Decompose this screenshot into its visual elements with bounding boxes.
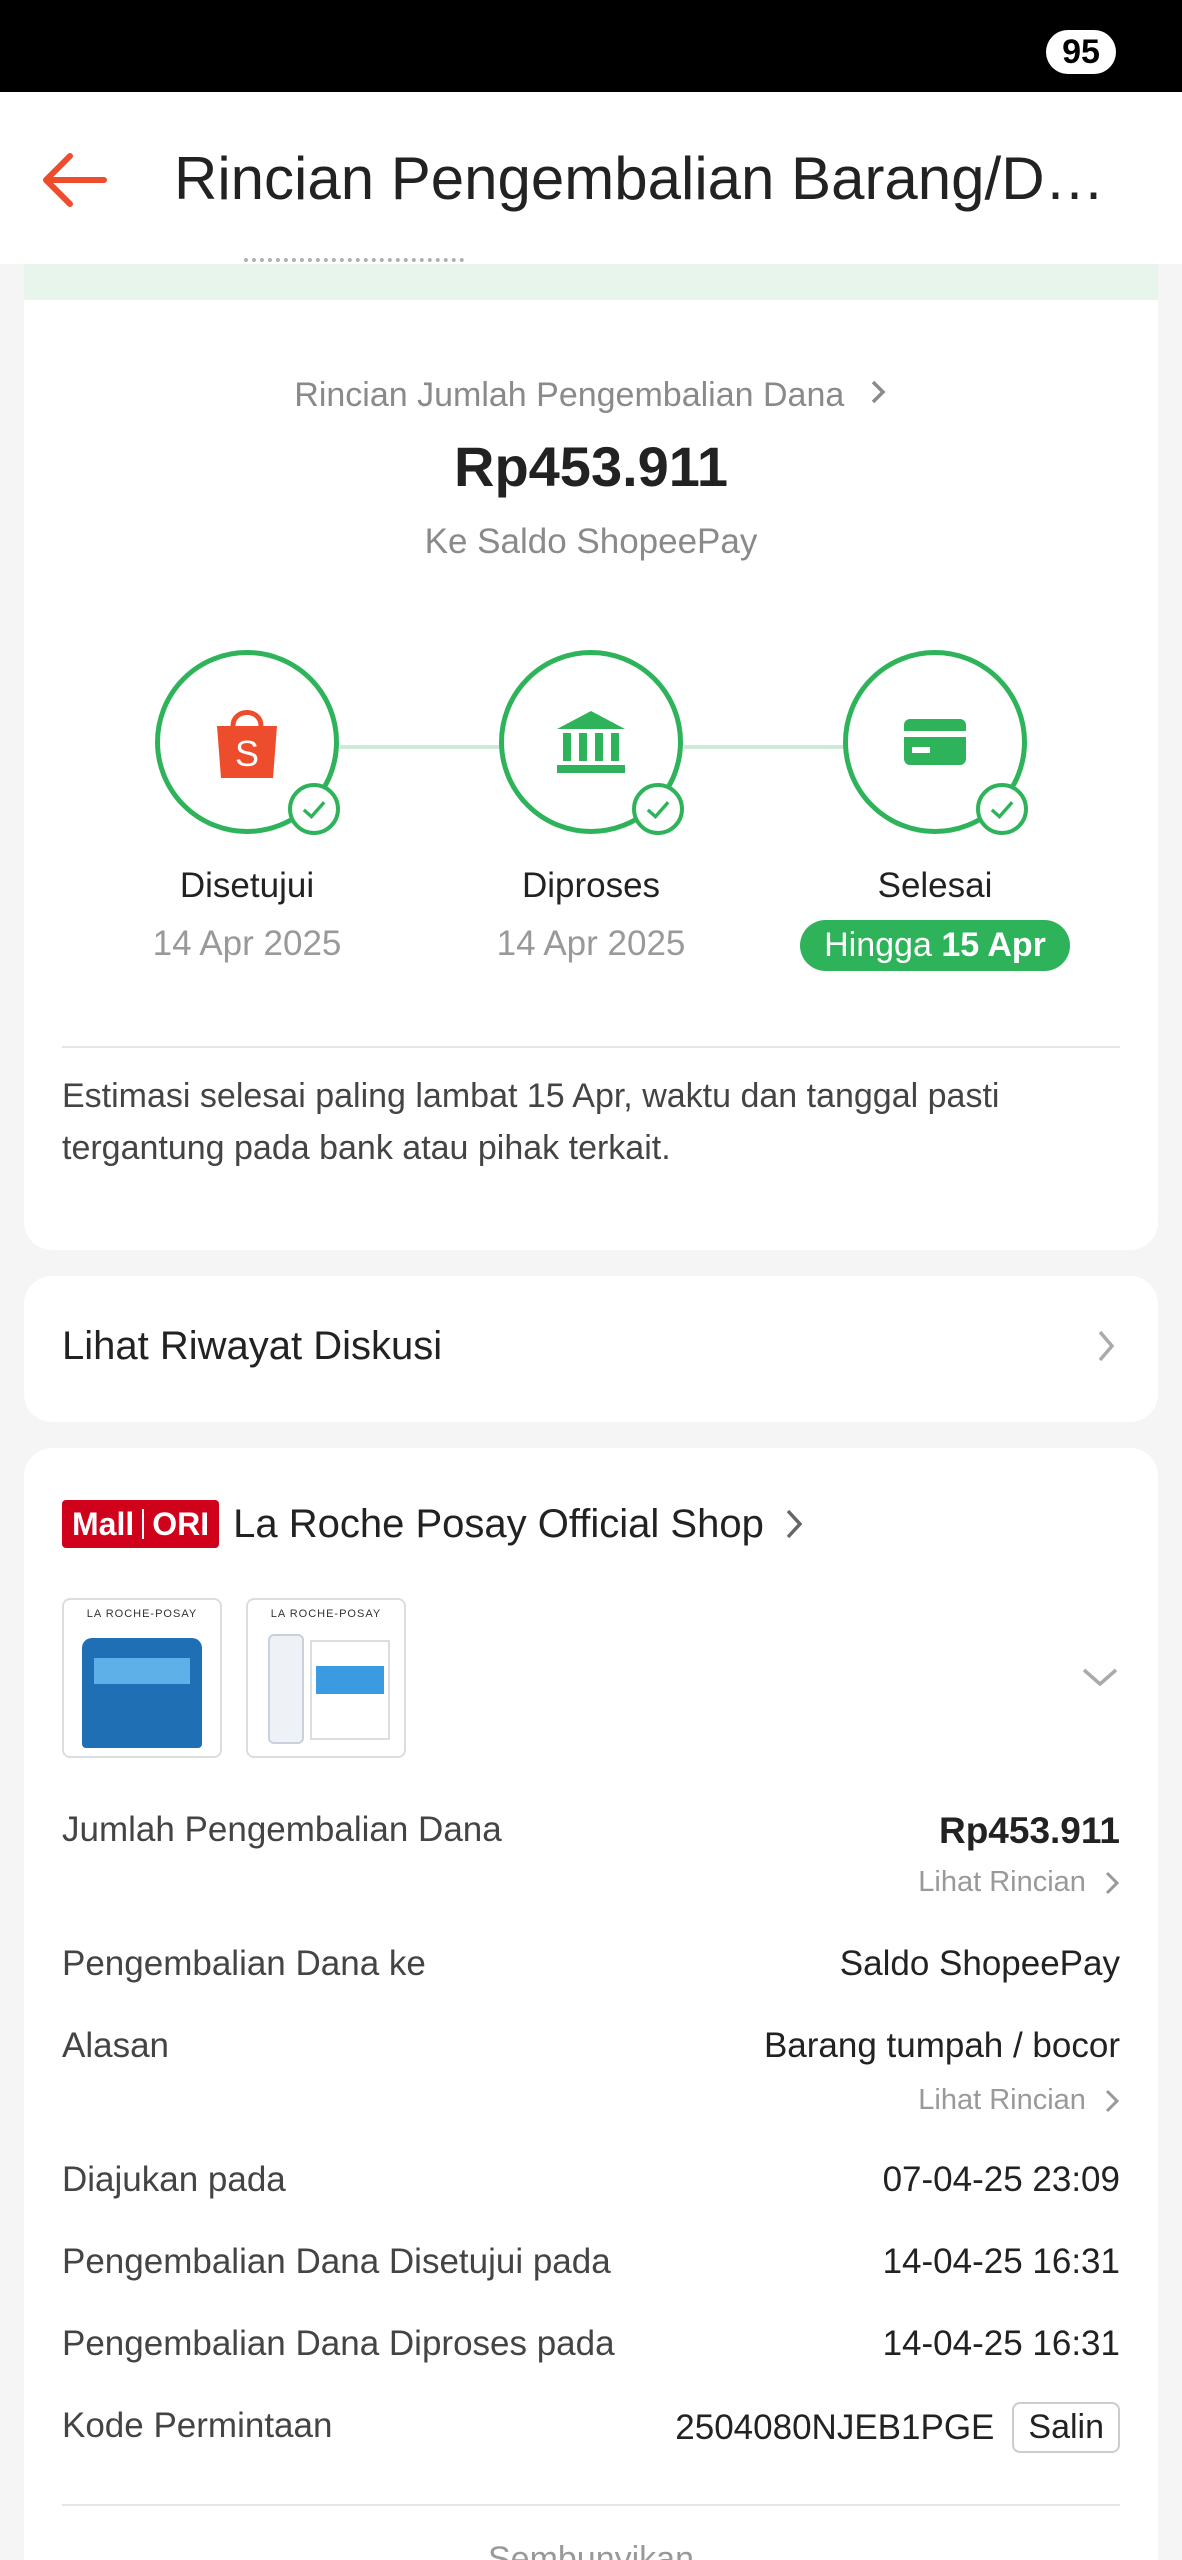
step-approved: S Disetujui 14 Apr 2025: [77, 650, 417, 964]
refund-detail-link[interactable]: Rincian Jumlah Pengembalian Dana: [24, 376, 1158, 415]
product-brand: LA ROCHE-POSAY: [270, 1608, 382, 1620]
chevron-right-icon: [1105, 1872, 1120, 1895]
battery-indicator: 95: [1046, 30, 1116, 74]
deadline-badge: Hingga 15 Apr: [800, 920, 1070, 971]
hide-label: Sembunyikan: [487, 2540, 694, 2560]
svg-text:S: S: [235, 733, 259, 774]
product-thumbnail[interactable]: LA ROCHE-POSAY: [246, 1598, 406, 1758]
check-icon: [288, 783, 340, 835]
estimate-note: Estimasi selesai paling lambat 15 Apr, w…: [62, 1077, 1000, 1167]
badge-prefix: Hingga: [824, 926, 932, 964]
chevron-right-icon: [871, 380, 886, 404]
row-label: Alasan: [62, 2026, 170, 2065]
divider: [62, 1046, 1120, 1048]
discussion-history-row[interactable]: Lihat Riwayat Diskusi: [24, 1276, 1158, 1422]
step-date: 14 Apr 2025: [496, 924, 686, 963]
chevron-right-icon: [786, 1509, 803, 1539]
shop-header[interactable]: Mall ORI La Roche Posay Official Shop: [62, 1498, 804, 1550]
see-detail-link[interactable]: Lihat Rincian: [918, 1866, 1120, 1899]
row-label: Diajukan pada: [62, 2160, 286, 2199]
status-bar: 95: [0, 0, 1182, 92]
back-button[interactable]: [36, 140, 116, 220]
row-label: Kode Permintaan: [62, 2406, 333, 2445]
refund-details-card: Mall ORI La Roche Posay Official Shop LA…: [24, 1448, 1158, 2560]
shopping-bag-icon: S: [217, 710, 277, 778]
refund-detail-label: Rincian Jumlah Pengembalian Dana: [294, 376, 845, 414]
copy-button[interactable]: Salin: [1012, 2402, 1120, 2453]
row-label: Jumlah Pengembalian Dana: [62, 1810, 502, 1849]
arrow-left-icon: [43, 153, 107, 207]
step-circle: [843, 650, 1028, 835]
see-detail-label: Lihat Rincian: [918, 1866, 1086, 1898]
divider: [62, 2504, 1120, 2506]
step-label: Diproses: [521, 866, 661, 905]
status-banner: [24, 258, 1158, 300]
shop-name: La Roche Posay Official Shop: [233, 1501, 764, 1546]
row-label: Pengembalian Dana Diproses pada: [62, 2324, 615, 2363]
app-header: Rincian Pengembalian Barang/Dana: [0, 92, 1182, 264]
hide-toggle[interactable]: Sembunyikan: [24, 2540, 1158, 2560]
check-icon: [976, 783, 1028, 835]
product-thumbnail[interactable]: LA ROCHE-POSAY: [62, 1598, 222, 1758]
product-thumbnails: LA ROCHE-POSAY LA ROCHE-POSAY: [62, 1598, 406, 1758]
row-label: Pengembalian Dana Disetujui pada: [62, 2242, 611, 2281]
row-value: 14-04-25 16:31: [882, 2324, 1120, 2363]
step-label: Selesai: [877, 866, 993, 905]
row-value: Saldo ShopeePay: [839, 1944, 1120, 1983]
mall-ori-badge: Mall ORI: [62, 1500, 220, 1548]
mall-label: Mall: [72, 1505, 135, 1542]
step-processed: Diproses 14 Apr 2025: [421, 650, 761, 964]
discussion-label: Lihat Riwayat Diskusi: [62, 1324, 443, 1368]
step-completed: Selesai Hingga 15 Apr: [765, 650, 1105, 971]
row-value: 14-04-25 16:31: [882, 2242, 1120, 2281]
row-label: Pengembalian Dana ke: [62, 1944, 426, 1983]
step-circle: [499, 650, 684, 835]
step-date: 14 Apr 2025: [152, 924, 342, 963]
row-value: Rp453.911: [938, 1810, 1120, 1851]
request-code: 2504080NJEB1PGE: [675, 2407, 995, 2447]
chevron-down-icon[interactable]: [1080, 1666, 1120, 1690]
step-circle: S: [155, 650, 340, 835]
refund-summary-card: Rincian Jumlah Pengembalian Dana Rp453.9…: [24, 300, 1158, 1250]
check-icon: [632, 783, 684, 835]
card-icon: [904, 719, 966, 765]
see-detail-label: Lihat Rincian: [918, 2084, 1086, 2116]
refund-amount: Rp453.911: [454, 435, 728, 498]
refund-destination: Ke Saldo ShopeePay: [424, 522, 758, 561]
row-value: Barang tumpah / bocor: [763, 2026, 1120, 2065]
bank-icon: [557, 711, 625, 773]
chevron-right-icon: [1098, 1330, 1115, 1362]
badge-date: 15 Apr: [941, 926, 1046, 964]
step-label: Disetujui: [179, 866, 315, 905]
chevron-right-icon: [1105, 2090, 1120, 2113]
row-value: 2504080NJEB1PGE Salin: [675, 2402, 1120, 2453]
page-title: Rincian Pengembalian Barang/Dana: [174, 145, 1114, 212]
row-value: 07-04-25 23:09: [882, 2160, 1120, 2199]
ori-label: ORI: [152, 1505, 210, 1542]
see-detail-link[interactable]: Lihat Rincian: [918, 2084, 1120, 2117]
product-brand: LA ROCHE-POSAY: [86, 1608, 198, 1620]
